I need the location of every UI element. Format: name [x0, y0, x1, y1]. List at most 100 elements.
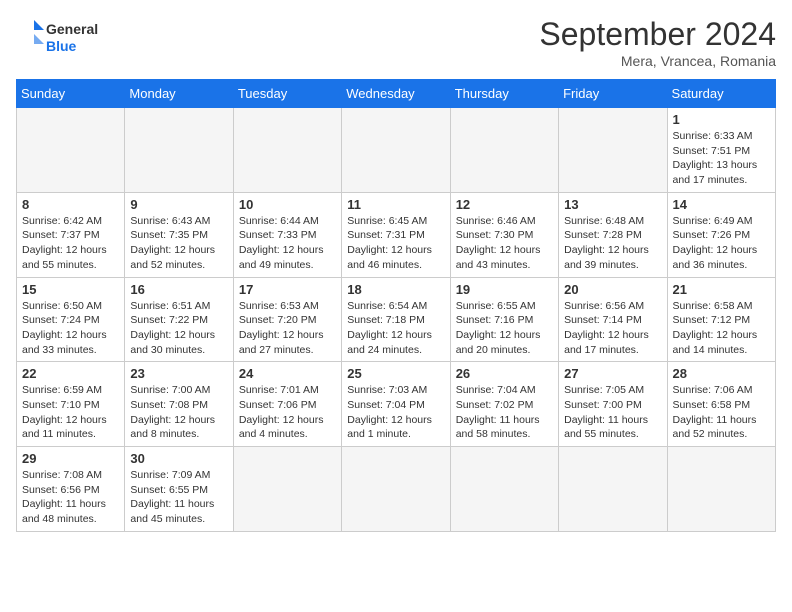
table-row: 23 Sunrise: 7:00 AMSunset: 7:08 PMDayligh… [125, 362, 233, 447]
day-info: Sunrise: 6:45 AMSunset: 7:31 PMDaylight:… [347, 214, 444, 273]
day-number: 18 [347, 282, 444, 297]
location: Mera, Vrancea, Romania [539, 53, 776, 69]
day-number: 17 [239, 282, 336, 297]
week-row-2: 8Sunrise: 6:42 AMSunset: 7:37 PMDaylight… [17, 192, 776, 277]
day-number: 13 [564, 197, 661, 212]
table-row: 25 Sunrise: 7:03 AMSunset: 7:04 PMDayligh… [342, 362, 450, 447]
col-saturday: Saturday [667, 80, 775, 108]
week-row-5: 29 Sunrise: 7:08 AMSunset: 6:56 PMDayligh… [17, 447, 776, 532]
weekday-header-row: Sunday Monday Tuesday Wednesday Thursday… [17, 80, 776, 108]
logo: General Blue [16, 16, 106, 61]
day-info: Sunrise: 6:48 AMSunset: 7:28 PMDaylight:… [564, 214, 661, 273]
table-row: 22 Sunrise: 6:59 AMSunset: 7:10 PMDayligh… [17, 362, 125, 447]
day-info: Sunrise: 6:33 AMSunset: 7:51 PMDaylight:… [673, 129, 770, 188]
table-row [667, 447, 775, 532]
day-info: Sunrise: 6:49 AMSunset: 7:26 PMDaylight:… [673, 214, 770, 273]
day-number: 11 [347, 197, 444, 212]
table-row [342, 447, 450, 532]
day-info: Sunrise: 6:44 AMSunset: 7:33 PMDaylight:… [239, 214, 336, 273]
table-row: 15Sunrise: 6:50 AMSunset: 7:24 PMDayligh… [17, 277, 125, 362]
table-row: 27 Sunrise: 7:05 AMSunset: 7:00 PMDayligh… [559, 362, 667, 447]
table-row [559, 447, 667, 532]
col-tuesday: Tuesday [233, 80, 341, 108]
svg-text:Blue: Blue [46, 38, 77, 54]
day-info: Sunrise: 7:01 AMSunset: 7:06 PMDaylight:… [239, 383, 336, 442]
page-header: General Blue September 2024 Mera, Vrance… [16, 16, 776, 69]
week-row-3: 15Sunrise: 6:50 AMSunset: 7:24 PMDayligh… [17, 277, 776, 362]
col-sunday: Sunday [17, 80, 125, 108]
day-info: Sunrise: 6:54 AMSunset: 7:18 PMDaylight:… [347, 299, 444, 358]
day-number: 16 [130, 282, 227, 297]
day-info: Sunrise: 6:51 AMSunset: 7:22 PMDaylight:… [130, 299, 227, 358]
day-info: Sunrise: 7:06 AMSunset: 6:58 PMDaylight:… [673, 383, 770, 442]
table-row [450, 447, 558, 532]
table-row: 9 Sunrise: 6:43 AMSunset: 7:35 PMDaylight… [125, 192, 233, 277]
table-row: 30 Sunrise: 7:09 AMSunset: 6:55 PMDayligh… [125, 447, 233, 532]
day-info: Sunrise: 6:53 AMSunset: 7:20 PMDaylight:… [239, 299, 336, 358]
calendar-table: Sunday Monday Tuesday Wednesday Thursday… [16, 79, 776, 532]
day-info: Sunrise: 6:43 AMSunset: 7:35 PMDaylight:… [130, 214, 227, 273]
table-row: 8Sunrise: 6:42 AMSunset: 7:37 PMDaylight… [17, 192, 125, 277]
day-number: 14 [673, 197, 770, 212]
title-block: September 2024 Mera, Vrancea, Romania [539, 16, 776, 69]
day-info: Sunrise: 6:56 AMSunset: 7:14 PMDaylight:… [564, 299, 661, 358]
day-info: Sunrise: 7:00 AMSunset: 7:08 PMDaylight:… [130, 383, 227, 442]
day-number: 15 [22, 282, 119, 297]
table-row: 19Sunrise: 6:55 AMSunset: 7:16 PMDayligh… [450, 277, 558, 362]
col-thursday: Thursday [450, 80, 558, 108]
day-info: Sunrise: 7:03 AMSunset: 7:04 PMDaylight:… [347, 383, 444, 442]
table-row: 11 Sunrise: 6:45 AMSunset: 7:31 PMDayligh… [342, 192, 450, 277]
table-row: 26 Sunrise: 7:04 AMSunset: 7:02 PMDayligh… [450, 362, 558, 447]
table-row: 13 Sunrise: 6:48 AMSunset: 7:28 PMDayligh… [559, 192, 667, 277]
table-row: 16 Sunrise: 6:51 AMSunset: 7:22 PMDayligh… [125, 277, 233, 362]
day-number: 1 [673, 112, 770, 127]
table-row: 29 Sunrise: 7:08 AMSunset: 6:56 PMDayligh… [17, 447, 125, 532]
table-row [342, 108, 450, 193]
day-number: 26 [456, 366, 553, 381]
day-number: 12 [456, 197, 553, 212]
col-friday: Friday [559, 80, 667, 108]
day-info: Sunrise: 7:05 AMSunset: 7:00 PMDaylight:… [564, 383, 661, 442]
col-monday: Monday [125, 80, 233, 108]
day-number: 27 [564, 366, 661, 381]
day-number: 9 [130, 197, 227, 212]
table-row: 21 Sunrise: 6:58 AMSunset: 7:12 PMDayligh… [667, 277, 775, 362]
day-number: 23 [130, 366, 227, 381]
day-number: 29 [22, 451, 119, 466]
table-row: 17 Sunrise: 6:53 AMSunset: 7:20 PMDayligh… [233, 277, 341, 362]
svg-text:General: General [46, 21, 98, 37]
table-row: 1 Sunrise: 6:33 AMSunset: 7:51 PMDaylight… [667, 108, 775, 193]
day-info: Sunrise: 6:42 AMSunset: 7:37 PMDaylight:… [22, 214, 119, 273]
col-wednesday: Wednesday [342, 80, 450, 108]
table-row: 18 Sunrise: 6:54 AMSunset: 7:18 PMDayligh… [342, 277, 450, 362]
day-info: Sunrise: 6:46 AMSunset: 7:30 PMDaylight:… [456, 214, 553, 273]
day-number: 22 [22, 366, 119, 381]
table-row: 12 Sunrise: 6:46 AMSunset: 7:30 PMDayligh… [450, 192, 558, 277]
table-row: 28 Sunrise: 7:06 AMSunset: 6:58 PMDayligh… [667, 362, 775, 447]
day-info: Sunrise: 7:09 AMSunset: 6:55 PMDaylight:… [130, 468, 227, 527]
table-row: 20Sunrise: 6:56 AMSunset: 7:14 PMDayligh… [559, 277, 667, 362]
table-row [559, 108, 667, 193]
table-row: 24 Sunrise: 7:01 AMSunset: 7:06 PMDayligh… [233, 362, 341, 447]
table-row: 14 Sunrise: 6:49 AMSunset: 7:26 PMDayligh… [667, 192, 775, 277]
table-row [233, 108, 341, 193]
day-info: Sunrise: 7:08 AMSunset: 6:56 PMDaylight:… [22, 468, 119, 527]
logo-svg: General Blue [16, 16, 106, 61]
table-row: 10 Sunrise: 6:44 AMSunset: 7:33 PMDayligh… [233, 192, 341, 277]
week-row-4: 22 Sunrise: 6:59 AMSunset: 7:10 PMDayligh… [17, 362, 776, 447]
day-info: Sunrise: 6:58 AMSunset: 7:12 PMDaylight:… [673, 299, 770, 358]
day-number: 10 [239, 197, 336, 212]
table-row [125, 108, 233, 193]
day-number: 24 [239, 366, 336, 381]
day-number: 30 [130, 451, 227, 466]
table-row [450, 108, 558, 193]
day-info: Sunrise: 7:04 AMSunset: 7:02 PMDaylight:… [456, 383, 553, 442]
month-title: September 2024 [539, 16, 776, 53]
table-row [17, 108, 125, 193]
week-row-1: 1 Sunrise: 6:33 AMSunset: 7:51 PMDaylight… [17, 108, 776, 193]
day-number: 25 [347, 366, 444, 381]
day-info: Sunrise: 6:59 AMSunset: 7:10 PMDaylight:… [22, 383, 119, 442]
day-number: 21 [673, 282, 770, 297]
table-row [233, 447, 341, 532]
day-number: 28 [673, 366, 770, 381]
